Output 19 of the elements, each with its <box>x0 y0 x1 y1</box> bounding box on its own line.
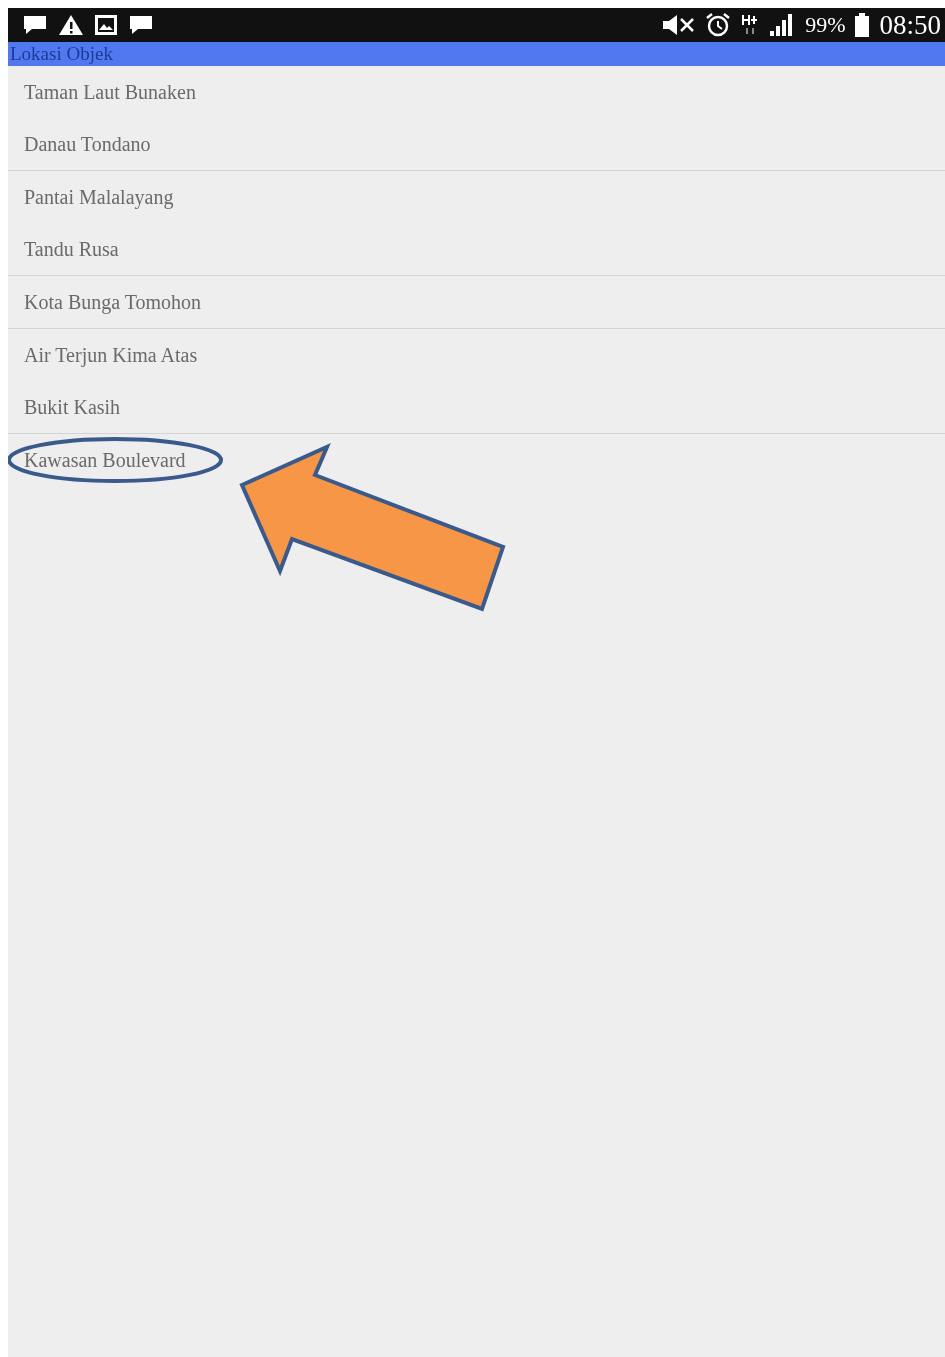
list-item[interactable]: Tandu Rusa <box>24 237 119 261</box>
list-item[interactable]: Kawasan Boulevard <box>24 448 186 472</box>
network-type-icon <box>741 13 760 37</box>
list-item[interactable]: Bukit Kasih <box>24 395 121 419</box>
list-item[interactable]: Kota Bunga Tomohon <box>24 290 202 314</box>
battery-icon <box>855 13 870 37</box>
alarm-icon <box>705 12 732 38</box>
list-item[interactable]: Pantai Malalayang <box>24 185 174 209</box>
list-item[interactable]: Danau Tondano <box>24 132 151 156</box>
message-icon <box>128 14 154 36</box>
message-icon <box>22 14 48 36</box>
image-icon <box>94 14 118 36</box>
list-item[interactable]: Taman Laut Bunaken <box>24 80 196 104</box>
mute-icon <box>661 14 696 36</box>
screen-title: Lokasi Objek <box>9 42 113 66</box>
warning-icon <box>58 14 84 36</box>
list-item[interactable]: Air Terjun Kima Atas <box>24 343 198 367</box>
battery-percentage: 99% <box>805 12 846 38</box>
clock-time: 08:50 <box>879 9 941 41</box>
